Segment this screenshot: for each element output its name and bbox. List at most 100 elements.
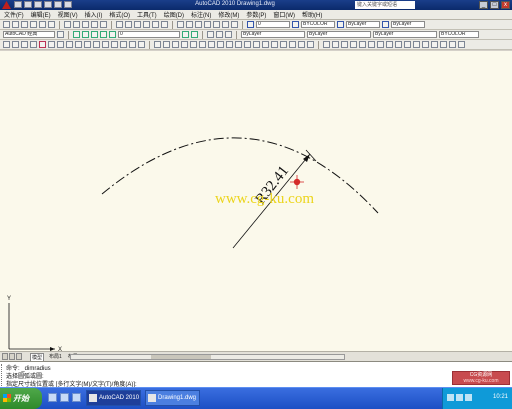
table-icon[interactable] [298,41,305,48]
lineweight-select[interactable]: ByLayer [373,31,437,38]
stretch-icon[interactable] [395,41,402,48]
rotate-icon[interactable] [377,41,384,48]
layer-previous-icon[interactable] [191,31,198,38]
layer-on-icon[interactable] [82,31,89,38]
redo-icon[interactable] [54,1,62,8]
polyline-icon[interactable] [172,41,179,48]
qnew-icon[interactable] [3,21,10,28]
region-icon[interactable] [289,41,296,48]
dim-ordinate-icon[interactable] [30,41,37,48]
circle-icon[interactable] [208,41,215,48]
zoom-previous-icon[interactable] [161,21,168,28]
pan-icon[interactable] [134,21,141,28]
media-icon[interactable] [72,393,81,402]
tolerance-icon[interactable] [120,41,127,48]
dim-linear-icon[interactable] [3,41,10,48]
make-block-icon[interactable] [253,41,260,48]
block-editor-icon[interactable] [100,21,107,28]
next-tab-icon[interactable] [16,353,22,360]
network-icon[interactable] [456,394,463,401]
menu-draw[interactable]: 绘图(D) [164,10,184,19]
move-icon[interactable] [368,41,375,48]
desktop-icon[interactable] [60,393,69,402]
save-icon[interactable] [34,1,42,8]
command-line-grip[interactable] [1,364,4,386]
polygon-icon[interactable] [181,41,188,48]
workspace-settings-icon[interactable] [57,31,64,38]
dim-radius-icon[interactable] [39,41,46,48]
rectangle-icon[interactable] [190,41,197,48]
menu-tools[interactable]: 工具(T) [137,10,157,19]
plot-icon[interactable] [64,1,72,8]
first-tab-icon[interactable] [2,353,8,360]
match-properties-icon[interactable] [91,21,98,28]
construction-line-icon[interactable] [163,41,170,48]
publish-icon[interactable] [48,21,55,28]
ellipse-icon[interactable] [235,41,242,48]
dim-baseline-icon[interactable] [84,41,91,48]
zoom-window-icon[interactable] [152,21,159,28]
text-style-select[interactable]: 0 [256,21,290,28]
tool-palettes-icon[interactable] [195,21,202,28]
scrollbar-thumb[interactable] [151,355,211,359]
autocad-app-icon[interactable] [2,1,11,9]
properties-icon[interactable] [177,21,184,28]
dim-style-icon[interactable] [292,21,299,28]
dim-space-icon[interactable] [102,41,109,48]
ucs-icon[interactable] [225,31,232,38]
table-style-icon[interactable] [337,21,344,28]
explode-icon[interactable] [458,41,465,48]
dim-jogged-icon[interactable] [48,41,55,48]
drawing-canvas[interactable]: R32.41 Y X www.cg-ku.com [0,51,512,361]
undo-icon[interactable] [44,1,52,8]
erase-icon[interactable] [323,41,330,48]
color-select[interactable]: ByLayer [241,31,305,38]
spline-icon[interactable] [226,41,233,48]
layer-manager-icon[interactable] [73,31,80,38]
open-icon[interactable] [24,1,32,8]
dim-style-select[interactable]: BYCOLOR [301,21,335,28]
menu-edit[interactable]: 编辑(E) [31,10,51,19]
views-icon[interactable] [216,31,223,38]
print-icon[interactable] [30,21,37,28]
mtext-icon[interactable] [307,41,314,48]
start-button[interactable]: 开始 [0,388,42,409]
line-icon[interactable] [154,41,161,48]
inspection-icon[interactable] [138,41,145,48]
linetype-select[interactable]: ByLayer [307,31,371,38]
menu-view[interactable]: 视图(V) [58,10,78,19]
dim-angular-icon[interactable] [66,41,73,48]
viewport-icon[interactable] [207,31,214,38]
extend-icon[interactable] [413,41,420,48]
dim-aligned-icon[interactable] [12,41,19,48]
quick-dim-icon[interactable] [75,41,82,48]
redo-tool-icon[interactable] [125,21,132,28]
scale-icon[interactable] [386,41,393,48]
zoom-realtime-icon[interactable] [143,21,150,28]
menu-help[interactable]: 帮助(H) [302,10,322,19]
new-icon[interactable] [14,1,22,8]
ie-icon[interactable] [48,393,57,402]
dim-diameter-icon[interactable] [57,41,64,48]
help-search-input[interactable]: 键入关键字或短语 [355,1,415,9]
taskbar-item-autocad[interactable]: AutoCAD 2010 [86,390,141,406]
save-file-icon[interactable] [21,21,28,28]
text-style-icon[interactable] [247,21,254,28]
hatch-icon[interactable] [271,41,278,48]
arc-icon[interactable] [199,41,206,48]
paste-icon[interactable] [82,21,89,28]
menu-format[interactable]: 格式(O) [109,10,130,19]
multileader-style-select[interactable]: ByLayer [391,21,425,28]
join-icon[interactable] [431,41,438,48]
menu-insert[interactable]: 插入(I) [85,10,103,19]
close-button[interactable]: x [501,1,510,9]
multileader-style-icon[interactable] [382,21,389,28]
sheet-set-icon[interactable] [204,21,211,28]
prev-tab-icon[interactable] [9,353,15,360]
menu-dimension[interactable]: 标注(N) [191,10,211,19]
workspace-select[interactable]: AutoCAD 经典 [3,31,55,38]
clock[interactable]: 10:21 [493,394,508,400]
preview-icon[interactable] [39,21,46,28]
design-center-icon[interactable] [186,21,193,28]
maximize-button[interactable]: □ [490,1,499,9]
